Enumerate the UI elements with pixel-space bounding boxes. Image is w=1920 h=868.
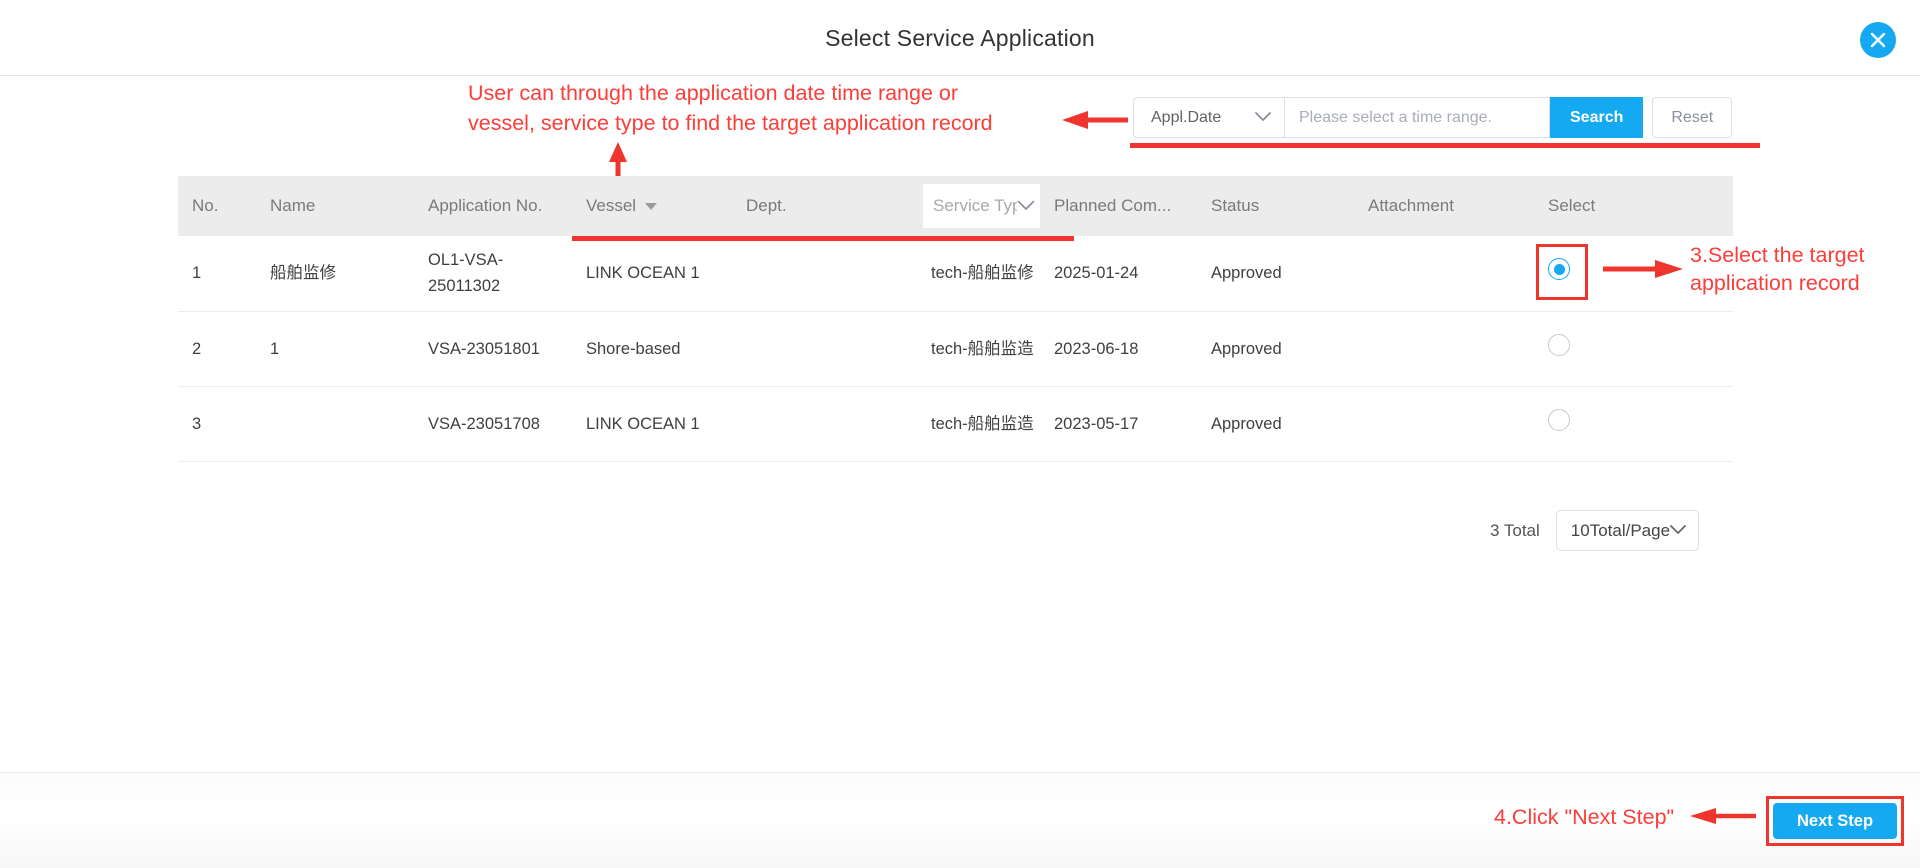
cell-status: Approved (1197, 236, 1354, 312)
chevron-down-icon[interactable] (1017, 196, 1035, 216)
pagination: 3 Total 10Total/Page (1490, 510, 1699, 551)
annotation-arrow-right-icon (1603, 258, 1683, 285)
close-icon[interactable] (1860, 22, 1896, 58)
chevron-down-icon (1255, 109, 1271, 127)
col-header-attachment: Attachment (1354, 176, 1534, 236)
col-header-planned-completion: Planned Com... (1040, 176, 1197, 236)
annotation-next-note: 4.Click "Next Step" (1494, 805, 1675, 829)
cell-name: 1 (256, 311, 414, 387)
annotation-arrow-left-icon (1690, 806, 1756, 831)
date-range-input[interactable] (1285, 97, 1550, 138)
cell-name: 船舶监修 (256, 236, 414, 312)
search-button[interactable]: Search (1550, 97, 1644, 138)
pagination-total: 3 Total (1490, 520, 1540, 540)
annotation-search-note: User can through the application date ti… (468, 78, 1068, 138)
caret-down-icon[interactable] (645, 202, 658, 210)
cell-service-type: tech-船舶监造 (917, 386, 1040, 462)
cell-no: 1 (178, 236, 256, 312)
cell-service-type: tech-船舶监修 (917, 236, 1040, 312)
cell-name (256, 386, 414, 462)
application-table: No. Name Application No. Vessel Dept. Se… (178, 176, 1733, 462)
col-header-status: Status (1197, 176, 1354, 236)
col-header-name-label: Name (270, 196, 316, 215)
cell-attachment (1354, 311, 1534, 387)
col-header-dept: Dept. (732, 176, 917, 236)
cell-dept (732, 386, 917, 462)
col-header-select: Select (1534, 176, 1733, 236)
cell-service-type: tech-船舶监造 (917, 311, 1040, 387)
cell-planned-completion: 2023-05-17 (1040, 386, 1197, 462)
col-header-service-type-label: Service Type (933, 196, 1017, 215)
col-header-application-no: Application No. (414, 176, 572, 236)
cell-select[interactable] (1534, 311, 1733, 387)
page-title: Select Service Application (825, 25, 1095, 51)
cell-no: 3 (178, 386, 256, 462)
annotation-select-note-line2: application record (1690, 271, 1860, 295)
col-header-application-no-label: Application No. (428, 196, 543, 215)
cell-no: 2 (178, 311, 256, 387)
annotation-select-note: 3.Select the target application record (1690, 241, 1920, 297)
table-header-row: No. Name Application No. Vessel Dept. Se… (178, 176, 1733, 236)
annotation-underline-search (1130, 143, 1760, 148)
annotation-search-note-line2: vessel, service type to find the target … (468, 111, 993, 135)
cell-status: Approved (1197, 386, 1354, 462)
cell-application-no: OL1-VSA-25011302 (414, 236, 572, 312)
page-size-select[interactable]: 10Total/Page (1555, 510, 1699, 551)
col-header-vessel-label: Vessel (586, 196, 637, 215)
search-toolbar: Appl.Date Search Reset (1133, 97, 1733, 138)
cell-application-no: VSA-23051801 (414, 311, 572, 387)
annotation-search-note-line1: User can through the application date ti… (468, 81, 959, 105)
next-step-button[interactable]: Next Step (1773, 803, 1897, 839)
col-header-service-type[interactable]: Service Type (917, 176, 1041, 236)
cell-vessel: Shore-based (572, 311, 732, 387)
cell-select[interactable] (1534, 386, 1733, 462)
cell-dept (732, 236, 917, 312)
table-row[interactable]: 3 VSA-23051708 LINK OCEAN 1 tech-船舶监造 20… (178, 386, 1733, 462)
col-header-status-label: Status (1211, 196, 1260, 215)
dialog-header: Select Service Application (0, 0, 1920, 76)
search-field-select-value: Appl.Date (1151, 108, 1222, 126)
chevron-down-icon (1669, 522, 1686, 540)
reset-button[interactable]: Reset (1652, 97, 1733, 138)
col-header-vessel[interactable]: Vessel (572, 176, 732, 236)
cell-attachment (1354, 386, 1534, 462)
col-header-name: Name (256, 176, 414, 236)
cell-vessel: LINK OCEAN 1 (572, 386, 732, 462)
row-select-radio[interactable] (1548, 258, 1570, 281)
page-size-select-value: 10Total/Page (1570, 520, 1671, 540)
dialog-select-service-application: Select Service Application User can thro… (0, 0, 1920, 868)
annotation-arrow-left-icon (1062, 109, 1128, 136)
table-row[interactable]: 2 1 VSA-23051801 Shore-based tech-船舶监造 2… (178, 311, 1733, 387)
annotation-underline-header (572, 236, 1074, 241)
service-type-filter[interactable]: Service Type (923, 184, 1041, 228)
col-header-no: No. (178, 176, 256, 236)
annotation-select-note-line1: 3.Select the target (1690, 243, 1865, 267)
table-body: 1 船舶监修 OL1-VSA-25011302 LINK OCEAN 1 tec… (178, 236, 1733, 462)
col-header-planned-completion-label: Planned Com... (1054, 196, 1172, 215)
cell-attachment (1354, 236, 1534, 312)
cell-dept (732, 311, 917, 387)
col-header-no-label: No. (192, 196, 219, 215)
col-header-select-label: Select (1548, 196, 1596, 215)
cell-planned-completion: 2023-06-18 (1040, 311, 1197, 387)
search-field-select[interactable]: Appl.Date (1133, 97, 1285, 138)
row-select-radio[interactable] (1548, 333, 1570, 356)
cell-planned-completion: 2025-01-24 (1040, 236, 1197, 312)
cell-status: Approved (1197, 311, 1354, 387)
table-row[interactable]: 1 船舶监修 OL1-VSA-25011302 LINK OCEAN 1 tec… (178, 236, 1733, 312)
table-header: No. Name Application No. Vessel Dept. Se… (178, 176, 1733, 236)
cell-vessel: LINK OCEAN 1 (572, 236, 732, 312)
cell-application-no: VSA-23051708 (414, 386, 572, 462)
col-header-attachment-label: Attachment (1368, 196, 1454, 215)
col-header-dept-label: Dept. (746, 196, 787, 215)
row-select-radio[interactable] (1548, 408, 1570, 431)
